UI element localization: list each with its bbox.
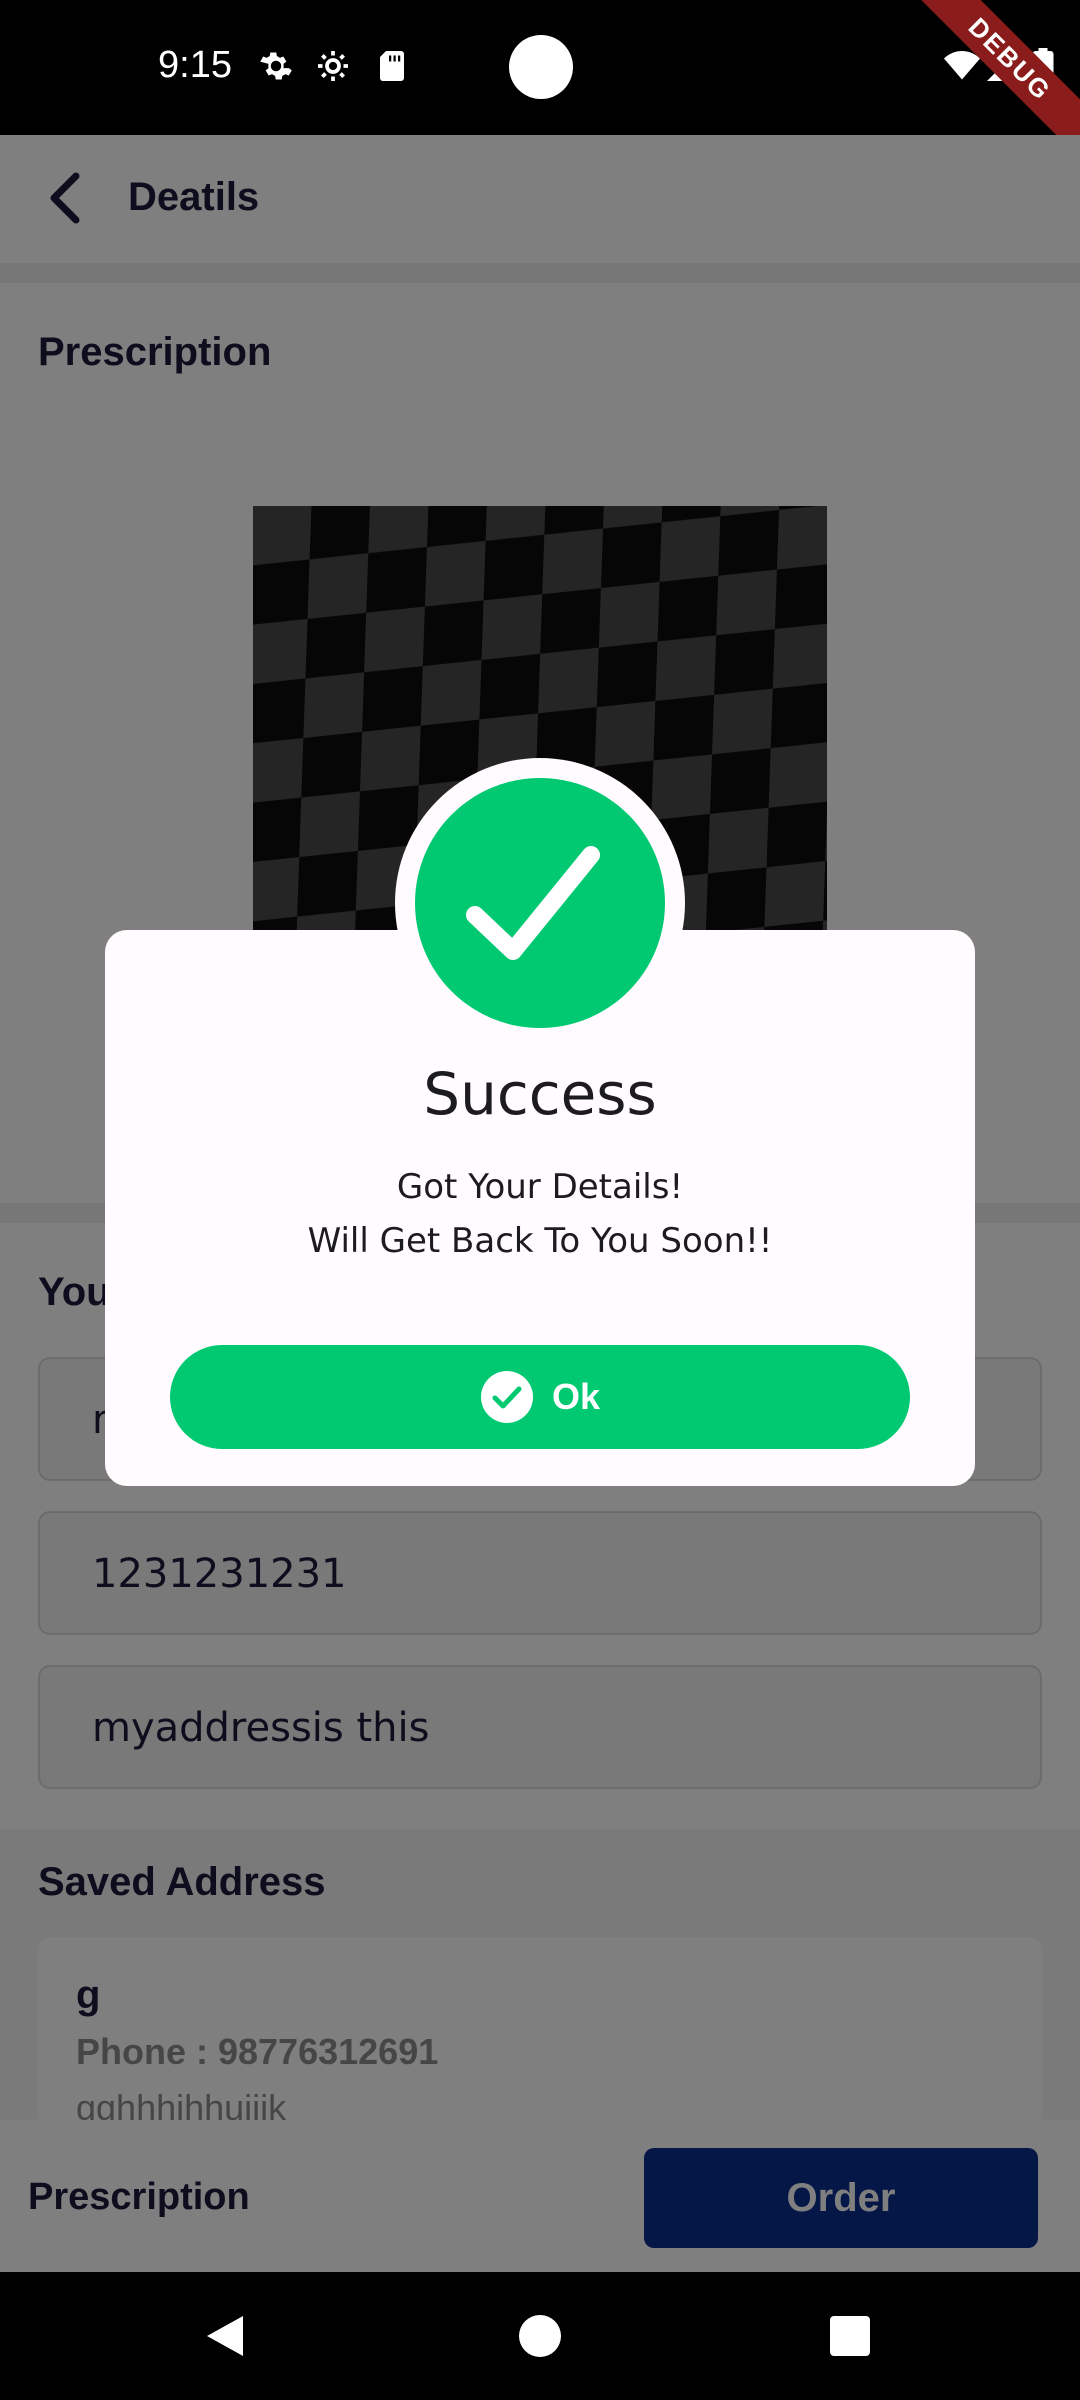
dialog-title: Success [423, 1060, 657, 1128]
dialog-message-line2: Will Get Back To You Soon!! [307, 1221, 773, 1261]
dialog-message: Got Your Details! Will Get Back To You S… [105, 1160, 975, 1268]
nav-recents-icon[interactable] [830, 2316, 870, 2356]
nav-home-icon[interactable] [519, 2315, 561, 2357]
dialog-message-line1: Got Your Details! [396, 1167, 684, 1207]
nav-back-icon[interactable] [205, 2314, 245, 2358]
ok-button[interactable]: Ok [170, 1345, 910, 1449]
status-time: 9:15 [158, 44, 232, 86]
check-icon [466, 846, 600, 960]
sd-card-icon [380, 51, 404, 81]
settings-icon [318, 51, 348, 81]
camera-cutout [509, 35, 573, 99]
ok-button-label: Ok [551, 1376, 601, 1417]
check-circle-icon [480, 1371, 533, 1423]
gear-icon [260, 52, 292, 80]
